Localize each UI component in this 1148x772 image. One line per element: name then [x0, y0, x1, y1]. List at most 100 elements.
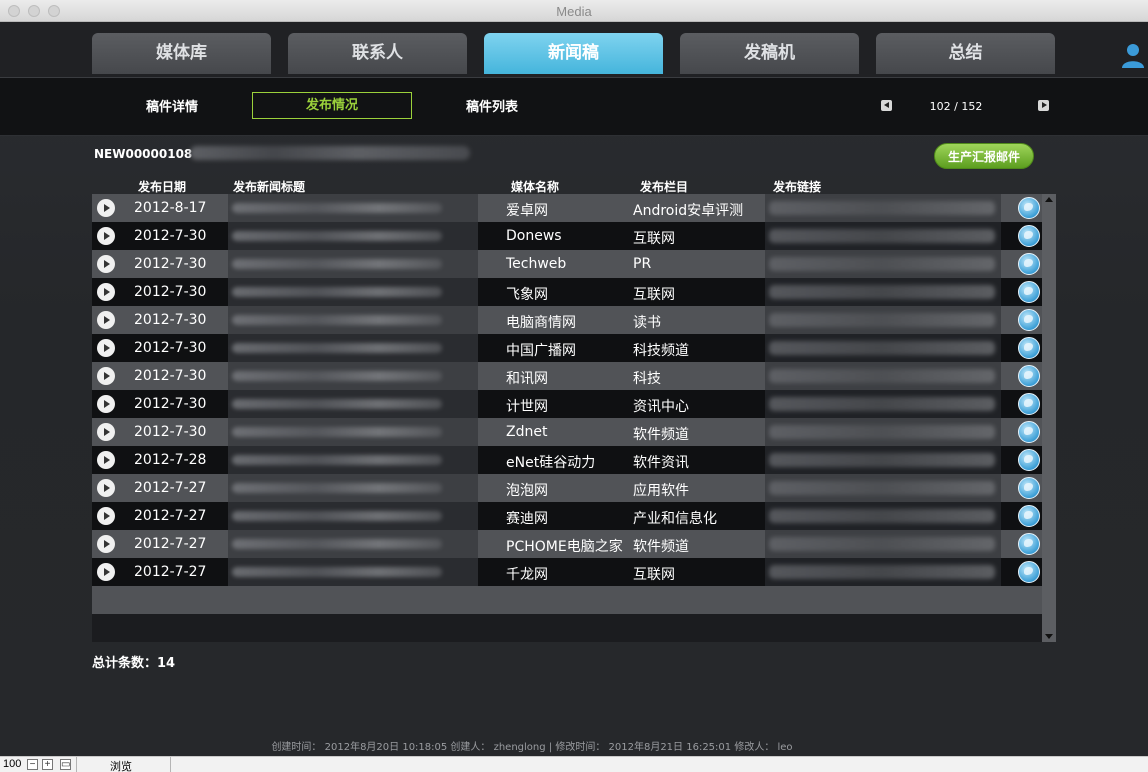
table-row[interactable]: 2012-7-27 赛迪网 产业和信息化 [92, 502, 1042, 530]
table-row[interactable]: 2012-7-27 泡泡网 应用软件 [92, 474, 1042, 502]
globe-icon[interactable] [1018, 505, 1040, 527]
table-row[interactable]: 2012-7-30 Techweb PR [92, 250, 1042, 278]
globe-icon[interactable] [1018, 253, 1040, 275]
column-header-media: 媒体名称 [511, 180, 560, 194]
cell-media: 计世网 [506, 399, 548, 415]
cell-link-redacted[interactable] [765, 362, 1001, 390]
window-titlebar: Media [0, 0, 1148, 22]
previous-page-button[interactable] [881, 100, 892, 111]
cell-link-redacted[interactable] [765, 334, 1001, 362]
tab-media-library[interactable]: 媒体库 [92, 33, 271, 74]
user-icon[interactable] [1120, 42, 1146, 68]
play-icon[interactable] [97, 227, 115, 245]
tab-summary[interactable]: 总结 [876, 33, 1055, 74]
play-icon[interactable] [97, 367, 115, 385]
cell-link-redacted[interactable] [765, 446, 1001, 474]
cell-column: Android安卓评测 [633, 203, 744, 219]
table-row[interactable]: 2012-7-30 计世网 资讯中心 [92, 390, 1042, 418]
cell-link-redacted[interactable] [765, 502, 1001, 530]
cell-date: 2012-7-30 [134, 424, 207, 440]
globe-icon[interactable] [1018, 365, 1040, 387]
app-area: 媒体库 联系人 新闻稿 发稿机 总结 稿件详情 发布情况 稿件列表 102 / … [0, 22, 1148, 756]
cell-link-redacted[interactable] [765, 418, 1001, 446]
zoom-out-icon[interactable]: − [27, 759, 38, 770]
subnav-manuscript-list[interactable]: 稿件列表 [466, 96, 518, 115]
cell-title-redacted [228, 334, 478, 362]
play-icon[interactable] [97, 395, 115, 413]
cell-link-redacted[interactable] [765, 558, 1001, 586]
cell-media: 中国广播网 [506, 343, 576, 359]
next-page-button[interactable] [1038, 100, 1049, 111]
cell-link-redacted[interactable] [765, 530, 1001, 558]
table-row[interactable]: 2012-7-30 Donews 互联网 [92, 222, 1042, 250]
cell-column: 产业和信息化 [633, 511, 717, 527]
tab-contacts[interactable]: 联系人 [288, 33, 467, 74]
tab-distribution[interactable]: 发稿机 [680, 33, 859, 74]
cell-title-redacted [228, 306, 478, 334]
cell-link-redacted[interactable] [765, 278, 1001, 306]
subnav-manuscript-details[interactable]: 稿件详情 [146, 96, 198, 115]
generate-report-email-button[interactable]: 生产汇报邮件 [934, 143, 1034, 169]
cell-date: 2012-8-17 [134, 200, 207, 216]
cell-title-redacted [228, 278, 478, 306]
table-row[interactable]: 2012-7-27 PCHOME电脑之家 软件频道 [92, 530, 1042, 558]
cell-column: 科技频道 [633, 343, 689, 359]
scroll-up-arrow-icon[interactable] [1045, 197, 1053, 202]
globe-icon[interactable] [1018, 337, 1040, 359]
cell-media: 电脑商情网 [506, 315, 576, 331]
table-row[interactable]: 2012-7-28 eNet硅谷动力 软件资讯 [92, 446, 1042, 474]
mode-label: 浏览 [110, 761, 132, 772]
globe-icon[interactable] [1018, 421, 1040, 443]
table-scrollbar[interactable] [1042, 194, 1056, 642]
layout-toggle-icon[interactable]: ▭ [60, 759, 71, 770]
globe-icon[interactable] [1018, 281, 1040, 303]
empty-row [92, 586, 1042, 614]
tab-press-release[interactable]: 新闻稿 [484, 33, 663, 74]
table-row[interactable]: 2012-7-27 千龙网 互联网 [92, 558, 1042, 586]
cell-link-redacted[interactable] [765, 474, 1001, 502]
window-title: Media [556, 4, 592, 19]
cell-link-redacted[interactable] [765, 306, 1001, 334]
globe-icon[interactable] [1018, 197, 1040, 219]
cell-date: 2012-7-27 [134, 480, 207, 496]
cell-link-redacted[interactable] [765, 250, 1001, 278]
globe-icon[interactable] [1018, 393, 1040, 415]
globe-icon[interactable] [1018, 561, 1040, 583]
globe-icon[interactable] [1018, 533, 1040, 555]
table-row[interactable]: 2012-7-30 飞象网 互联网 [92, 278, 1042, 306]
column-header-column: 发布栏目 [640, 180, 689, 194]
play-icon[interactable] [97, 507, 115, 525]
play-icon[interactable] [97, 283, 115, 301]
play-icon[interactable] [97, 479, 115, 497]
document-id: NEW00000108 [94, 147, 193, 161]
globe-icon[interactable] [1018, 477, 1040, 499]
scroll-down-arrow-icon[interactable] [1045, 634, 1053, 639]
table-row[interactable]: 2012-7-30 电脑商情网 读书 [92, 306, 1042, 334]
cell-column: 互联网 [633, 231, 675, 247]
globe-icon[interactable] [1018, 225, 1040, 247]
table-row[interactable]: 2012-8-17 爱卓网 Android安卓评测 [92, 194, 1042, 222]
play-icon[interactable] [97, 255, 115, 273]
globe-icon[interactable] [1018, 309, 1040, 331]
play-icon[interactable] [97, 339, 115, 357]
play-icon[interactable] [97, 451, 115, 469]
cell-link-redacted[interactable] [765, 194, 1001, 222]
table-row[interactable]: 2012-7-30 中国广播网 科技频道 [92, 334, 1042, 362]
cell-link-redacted[interactable] [765, 222, 1001, 250]
play-icon[interactable] [97, 535, 115, 553]
play-icon[interactable] [97, 311, 115, 329]
play-icon[interactable] [97, 199, 115, 217]
cell-column: 资讯中心 [633, 399, 689, 415]
table-row[interactable]: 2012-7-30 和讯网 科技 [92, 362, 1042, 390]
column-header-link: 发布链接 [773, 180, 822, 194]
cell-date: 2012-7-27 [134, 536, 207, 552]
cell-link-redacted[interactable] [765, 390, 1001, 418]
globe-icon[interactable] [1018, 449, 1040, 471]
subnav-publish-status[interactable]: 发布情况 [252, 92, 412, 119]
top-navigation: 媒体库 联系人 新闻稿 发稿机 总结 [0, 22, 1148, 78]
cell-date: 2012-7-27 [134, 564, 207, 580]
table-row[interactable]: 2012-7-30 Zdnet 软件频道 [92, 418, 1042, 446]
play-icon[interactable] [97, 563, 115, 581]
zoom-in-icon[interactable]: + [42, 759, 53, 770]
play-icon[interactable] [97, 423, 115, 441]
